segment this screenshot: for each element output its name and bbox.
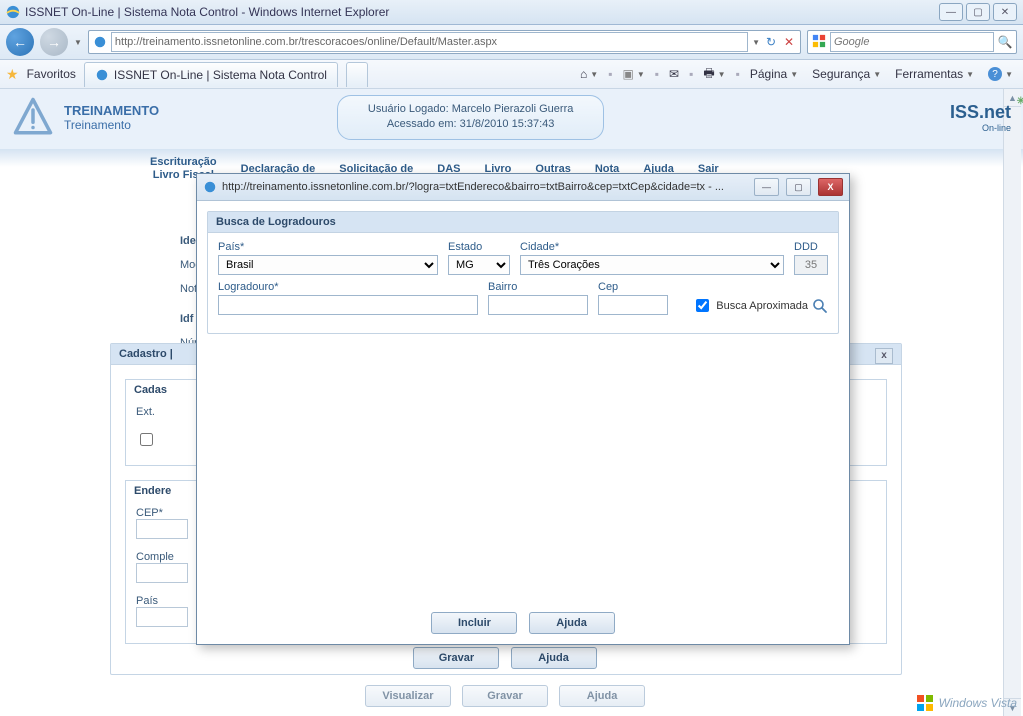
ie-page-icon bbox=[93, 35, 107, 49]
popup-close-button[interactable]: X bbox=[818, 178, 843, 196]
popup-min-button[interactable]: — bbox=[754, 178, 779, 196]
bg-dialog-buttons: Gravar Ajuda bbox=[110, 647, 900, 669]
page-content: ▲ ▼ TREINAMENTO Treinamento Usuário Loga… bbox=[0, 89, 1023, 716]
busca-aprox-label: Busca Aproximada bbox=[716, 300, 808, 312]
bg-page-buttons: Visualizar Gravar Ajuda bbox=[110, 685, 900, 707]
page-header: TREINAMENTO Treinamento Usuário Logado: … bbox=[0, 89, 1023, 146]
ie-popup-icon bbox=[203, 180, 217, 194]
feeds-button[interactable]: ▣▼ bbox=[618, 65, 648, 83]
lbl-cidade: Cidade* bbox=[520, 241, 784, 253]
url-dropdown-icon[interactable]: ▼ bbox=[752, 38, 760, 47]
estado-select[interactable]: MG bbox=[448, 255, 510, 275]
busca-aprox-checkbox[interactable] bbox=[696, 299, 709, 312]
header-title: TREINAMENTO bbox=[64, 103, 159, 118]
incluir-button[interactable]: Incluir bbox=[431, 612, 517, 634]
popup-titlebar[interactable]: http://treinamento.issnetonline.com.br/?… bbox=[197, 174, 849, 201]
command-bar: ⌂▼ ▪ ▣▼ ▪ ✉ ▪ 🖶▼ ▪ Página▼ Segurança▼ Fe… bbox=[576, 62, 1017, 87]
security-menu[interactable]: Segurança▼ bbox=[808, 65, 885, 83]
print-icon: 🖶 bbox=[703, 64, 714, 85]
refresh-icon[interactable]: ↻ bbox=[764, 35, 778, 49]
popup-title-text: http://treinamento.issnetonline.com.br/?… bbox=[222, 181, 747, 193]
popup-footer: Incluir Ajuda bbox=[197, 602, 849, 644]
popup-body: Busca de Logradouros País* Brasil Estado… bbox=[197, 201, 849, 602]
help-button[interactable]: ?▼ bbox=[984, 65, 1017, 83]
new-tab-button[interactable] bbox=[346, 62, 368, 87]
google-icon bbox=[812, 34, 826, 51]
tools-menu[interactable]: Ferramentas▼ bbox=[891, 65, 978, 83]
window-title: ISSNET On-Line | Sistema Nota Control - … bbox=[25, 5, 936, 19]
bg-ajuda-button[interactable]: Ajuda bbox=[511, 647, 597, 669]
header-titles: TREINAMENTO Treinamento bbox=[64, 103, 159, 132]
user-info-bubble: Usuário Logado: Marcelo Pierazoli Guerra… bbox=[337, 95, 604, 140]
user-line2: Acessado em: 31/8/2010 15:37:43 bbox=[368, 117, 573, 132]
help-icon: ? bbox=[988, 67, 1002, 81]
ie-logo-icon bbox=[6, 5, 20, 19]
cep-input[interactable] bbox=[598, 295, 668, 315]
favorites-label[interactable]: Favoritos bbox=[27, 67, 76, 81]
ddd-field bbox=[794, 255, 828, 275]
tab-title: ISSNET On-Line | Sistema Nota Control bbox=[114, 68, 327, 82]
search-panel-title: Busca de Logradouros bbox=[208, 212, 838, 233]
print-button[interactable]: 🖶▼ bbox=[699, 62, 729, 87]
window-max-button[interactable]: ▢ bbox=[966, 3, 990, 21]
bairro-input[interactable] bbox=[488, 295, 588, 315]
user-line1: Usuário Logado: Marcelo Pierazoli Guerra bbox=[368, 102, 573, 117]
mail-button[interactable]: ✉ bbox=[665, 65, 683, 83]
nav-history-dropdown[interactable]: ▼ bbox=[74, 38, 82, 47]
search-go-icon[interactable]: 🔍 bbox=[998, 35, 1012, 49]
mail-icon: ✉ bbox=[669, 67, 679, 81]
window-close-button[interactable]: ✕ bbox=[993, 3, 1017, 21]
url-input[interactable] bbox=[111, 32, 748, 52]
bg-gravar-button[interactable]: Gravar bbox=[413, 647, 499, 669]
favorites-star-icon[interactable]: ★ bbox=[6, 66, 19, 83]
home-button[interactable]: ⌂▼ bbox=[576, 65, 602, 83]
browser-tab[interactable]: ISSNET On-Line | Sistema Nota Control bbox=[84, 62, 338, 87]
window-min-button[interactable]: — bbox=[939, 3, 963, 21]
favorites-bar: ★ Favoritos ISSNET On-Line | Sistema Not… bbox=[0, 60, 1023, 89]
vista-flag-icon bbox=[916, 694, 934, 712]
address-bar[interactable]: ▼ ↻ ✕ bbox=[88, 30, 801, 54]
bg-ext-checkbox[interactable] bbox=[140, 433, 153, 446]
ie-tab-icon bbox=[95, 68, 109, 82]
search-panel: Busca de Logradouros País* Brasil Estado… bbox=[207, 211, 839, 334]
popup-max-button[interactable]: ▢ bbox=[786, 178, 811, 196]
back-button[interactable]: ← bbox=[6, 28, 34, 56]
warning-icon bbox=[12, 96, 54, 138]
stop-icon[interactable]: ✕ bbox=[782, 35, 796, 49]
issnet-logo: ISS.net✳ On-line bbox=[950, 102, 1011, 133]
lbl-estado: Estado bbox=[448, 241, 510, 253]
search-input[interactable] bbox=[830, 32, 994, 52]
bg-visualizar-button[interactable]: Visualizar bbox=[365, 685, 451, 707]
lbl-pais: País* bbox=[218, 241, 438, 253]
nav-toolbar: ← → ▼ ▼ ↻ ✕ 🔍 bbox=[0, 25, 1023, 60]
popup-ajuda-button[interactable]: Ajuda bbox=[529, 612, 615, 634]
lbl-cep: Cep bbox=[598, 281, 668, 293]
lbl-logradouro: Logradouro* bbox=[218, 281, 478, 293]
ie-titlebar: ISSNET On-Line | Sistema Nota Control - … bbox=[0, 0, 1023, 25]
lbl-ddd: DDD bbox=[794, 241, 828, 253]
page-menu[interactable]: Página▼ bbox=[746, 65, 802, 83]
lbl-bairro: Bairro bbox=[488, 281, 588, 293]
bg-ajuda2-button[interactable]: Ajuda bbox=[559, 685, 645, 707]
bg-cadastro-close[interactable]: x bbox=[875, 348, 893, 364]
pais-select[interactable]: Brasil bbox=[218, 255, 438, 275]
bg-gravar2-button[interactable]: Gravar bbox=[462, 685, 548, 707]
forward-button[interactable]: → bbox=[40, 28, 68, 56]
vista-watermark: Windows Vista bbox=[916, 694, 1017, 712]
popup-window: http://treinamento.issnetonline.com.br/?… bbox=[196, 173, 850, 645]
search-icon[interactable] bbox=[812, 298, 828, 314]
rss-icon: ▣ bbox=[622, 67, 633, 81]
home-icon: ⌂ bbox=[580, 67, 587, 81]
cidade-select[interactable]: Três Corações bbox=[520, 255, 784, 275]
search-bar[interactable]: 🔍 bbox=[807, 30, 1017, 54]
logradouro-input[interactable] bbox=[218, 295, 478, 315]
header-subtitle: Treinamento bbox=[64, 118, 159, 132]
